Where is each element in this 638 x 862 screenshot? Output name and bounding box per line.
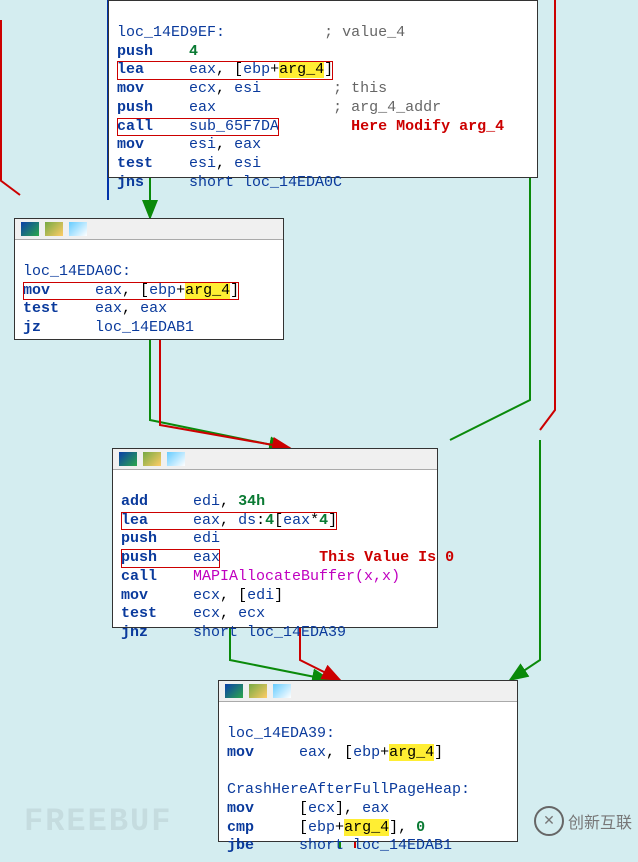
watermark-left: FREEBUF	[24, 803, 172, 840]
code-body: add edi, 34h lea eax, ds:4[eax*4] push e…	[113, 470, 437, 649]
graph-icon	[21, 222, 39, 236]
watermark-logo-icon: ✕	[534, 806, 564, 836]
palette-icon	[45, 222, 63, 236]
disasm-block-2: loc_14EDA0C: mov eax, [ebp+arg_4] test e…	[14, 218, 284, 340]
label-crash: CrashHereAfterFullPageHeap:	[227, 781, 470, 798]
code-body: loc_14EDA0C: mov eax, [ebp+arg_4] test e…	[15, 240, 283, 344]
comment: ; value_4	[324, 24, 405, 41]
label: loc_14EDA39:	[227, 725, 335, 742]
annotation: This Value Is 0	[319, 549, 454, 566]
block-header	[113, 449, 437, 470]
label: loc_14EDA0C:	[23, 263, 131, 280]
block-header	[219, 681, 517, 702]
annotation: Here Modify arg_4	[351, 118, 504, 135]
disasm-block-1: loc_14ED9EF: ; value_4 push 4 lea eax, […	[108, 0, 538, 178]
disasm-block-3: add edi, 34h lea eax, ds:4[eax*4] push e…	[112, 448, 438, 628]
disasm-block-4: loc_14EDA39: mov eax, [ebp+arg_4] CrashH…	[218, 680, 518, 842]
graph-icon	[119, 452, 137, 466]
tags-icon	[69, 222, 87, 236]
watermark-right: ✕ 创新互联	[534, 806, 632, 836]
tags-icon	[273, 684, 291, 698]
block-header	[15, 219, 283, 240]
tags-icon	[167, 452, 185, 466]
code-body: loc_14ED9EF: ; value_4 push 4 lea eax, […	[109, 1, 537, 199]
label: loc_14ED9EF:	[117, 24, 225, 41]
palette-icon	[143, 452, 161, 466]
palette-icon	[249, 684, 267, 698]
code-body: loc_14EDA39: mov eax, [ebp+arg_4] CrashH…	[219, 702, 517, 862]
graph-icon	[225, 684, 243, 698]
